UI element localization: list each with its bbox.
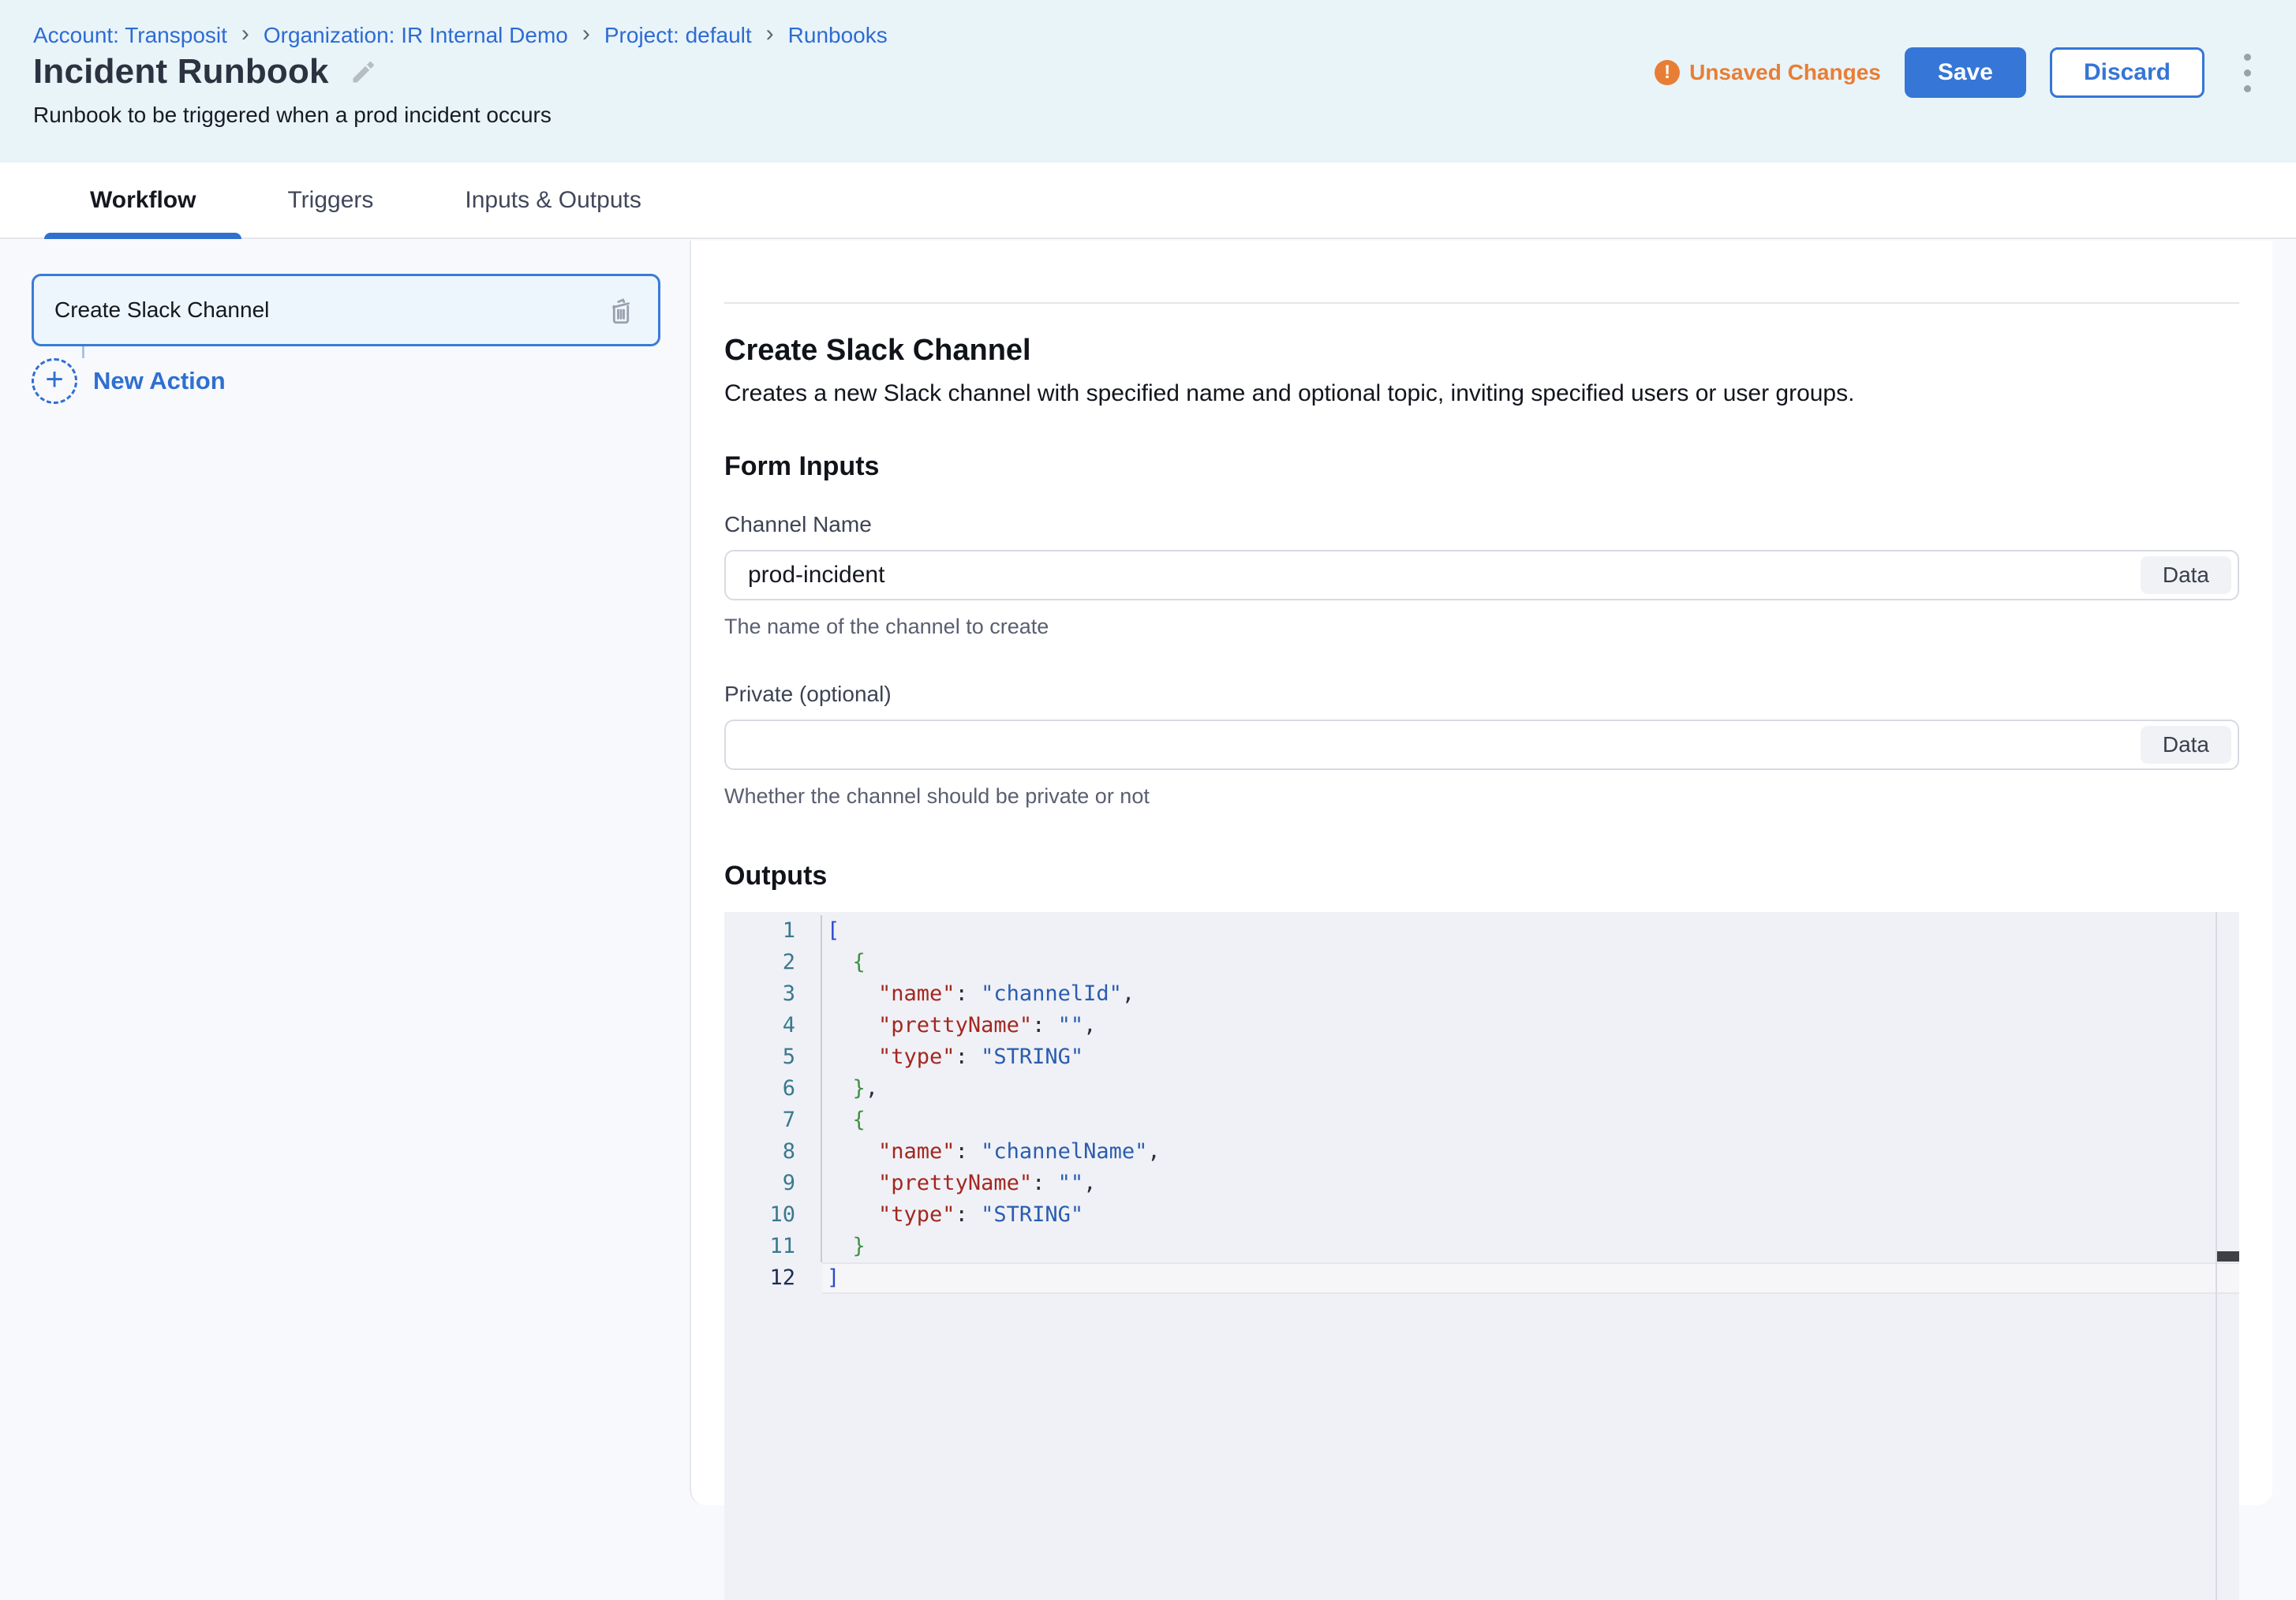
private-input[interactable] — [724, 720, 2239, 770]
code-line[interactable]: 10 "type": "STRING" — [724, 1199, 2239, 1231]
tab-workflow-label: Workflow — [90, 187, 196, 214]
unsaved-alert-icon: ! — [1655, 60, 1680, 85]
tab-triggers[interactable]: Triggers — [241, 163, 419, 237]
code-line[interactable]: 9 "prettyName": "", — [724, 1168, 2239, 1199]
discard-button[interactable]: Discard — [2050, 47, 2204, 98]
line-number: 7 — [724, 1105, 822, 1136]
code-line[interactable]: 4 "prettyName": "", — [724, 1010, 2239, 1041]
outputs-heading: Outputs — [724, 861, 2239, 892]
save-button[interactable]: Save — [1905, 47, 2026, 98]
line-number: 4 — [724, 1010, 822, 1041]
line-number: 5 — [724, 1041, 822, 1073]
line-code: { — [822, 1105, 2239, 1136]
breadcrumb: Account: Transposit › Organization: IR I… — [33, 22, 888, 49]
line-code: "name": "channelName", — [822, 1136, 2239, 1168]
new-action-button[interactable]: + New Action — [32, 358, 661, 404]
new-action-label: New Action — [93, 367, 226, 395]
line-code: ] — [822, 1262, 2239, 1294]
plus-icon: + — [32, 358, 77, 404]
action-detail-title: Create Slack Channel — [724, 334, 2239, 368]
code-line[interactable]: 6 }, — [724, 1073, 2239, 1105]
code-line[interactable]: 1[ — [724, 915, 2239, 947]
channel-name-data-button[interactable]: Data — [2141, 556, 2231, 594]
private-data-button[interactable]: Data — [2141, 726, 2231, 764]
line-code: "prettyName": "", — [822, 1168, 2239, 1199]
channel-name-label: Channel Name — [724, 512, 2239, 537]
outputs-code-editor[interactable]: 1[2 {3 "name": "channelId",4 "prettyName… — [724, 912, 2239, 1600]
code-line[interactable]: 3 "name": "channelId", — [724, 978, 2239, 1010]
edit-title-pencil-icon[interactable] — [350, 58, 378, 86]
line-code: "prettyName": "", — [822, 1010, 2239, 1041]
line-number: 1 — [724, 915, 822, 947]
unsaved-changes-label: Unsaved Changes — [1689, 60, 1881, 85]
breadcrumb-organization[interactable]: Organization: IR Internal Demo — [264, 23, 568, 48]
line-code: } — [822, 1231, 2239, 1262]
line-number: 6 — [724, 1073, 822, 1105]
tab-inputs-outputs[interactable]: Inputs & Outputs — [419, 163, 686, 237]
action-detail-panel: Create Slack Channel Creates a new Slack… — [690, 241, 2272, 1505]
private-helper: Whether the channel should be private or… — [724, 784, 2239, 809]
page-title: Incident Runbook — [33, 52, 329, 92]
line-number: 3 — [724, 978, 822, 1010]
code-line[interactable]: 11 } — [724, 1231, 2239, 1262]
workflow-action-label: Create Slack Channel — [54, 297, 269, 323]
active-tab-underline — [44, 233, 241, 239]
workflow-actions-panel: Create Slack Channel + New Action — [0, 241, 690, 1516]
detail-top-divider — [724, 302, 2239, 304]
code-line[interactable]: 7 { — [724, 1105, 2239, 1136]
workflow-action-card[interactable]: Create Slack Channel — [32, 274, 660, 346]
workflow-connector-line — [82, 346, 84, 358]
line-number: 2 — [724, 947, 822, 978]
breadcrumb-separator-icon: › — [765, 21, 776, 47]
tab-bar: Workflow Triggers Inputs & Outputs — [0, 163, 2296, 239]
breadcrumb-account[interactable]: Account: Transposit — [33, 23, 227, 48]
channel-name-input[interactable] — [724, 550, 2239, 600]
action-detail-description: Creates a new Slack channel with specifi… — [724, 380, 2239, 407]
line-code: }, — [822, 1073, 2239, 1105]
line-code: "type": "STRING" — [822, 1199, 2239, 1231]
private-label: Private (optional) — [724, 682, 2239, 707]
code-line[interactable]: 2 { — [724, 947, 2239, 978]
tab-inputs-outputs-label: Inputs & Outputs — [465, 187, 641, 214]
channel-name-helper: The name of the channel to create — [724, 615, 2239, 639]
form-inputs-heading: Form Inputs — [724, 451, 2239, 482]
line-number: 8 — [724, 1136, 822, 1168]
breadcrumb-runbooks[interactable]: Runbooks — [788, 23, 888, 48]
line-code: "type": "STRING" — [822, 1041, 2239, 1073]
breadcrumb-separator-icon: › — [581, 21, 592, 47]
page-header: Account: Transposit › Organization: IR I… — [0, 0, 2296, 163]
code-rows: 1[2 {3 "name": "channelId",4 "prettyName… — [724, 912, 2239, 1294]
code-line[interactable]: 8 "name": "channelName", — [724, 1136, 2239, 1168]
line-number: 11 — [724, 1231, 822, 1262]
line-number: 10 — [724, 1199, 822, 1231]
delete-action-trash-icon[interactable] — [604, 293, 638, 327]
page-subtitle: Runbook to be triggered when a prod inci… — [33, 103, 552, 128]
line-code: [ — [822, 915, 2239, 947]
breadcrumb-project[interactable]: Project: default — [604, 23, 752, 48]
editor-scrollbar-thumb[interactable] — [2217, 1251, 2239, 1262]
code-line[interactable]: 12] — [724, 1262, 2239, 1294]
overflow-menu-icon[interactable] — [2233, 47, 2261, 98]
unsaved-changes-badge: ! Unsaved Changes — [1655, 60, 1881, 85]
line-code: "name": "channelId", — [822, 978, 2239, 1010]
line-number: 9 — [724, 1168, 822, 1199]
breadcrumb-separator-icon: › — [240, 21, 251, 47]
line-number: 12 — [724, 1262, 822, 1294]
line-code: { — [822, 947, 2239, 978]
tab-triggers-label: Triggers — [287, 187, 373, 214]
tab-workflow[interactable]: Workflow — [44, 163, 241, 237]
code-line[interactable]: 5 "type": "STRING" — [724, 1041, 2239, 1073]
runbook-editor-app: Account: Transposit › Organization: IR I… — [0, 0, 2296, 1516]
